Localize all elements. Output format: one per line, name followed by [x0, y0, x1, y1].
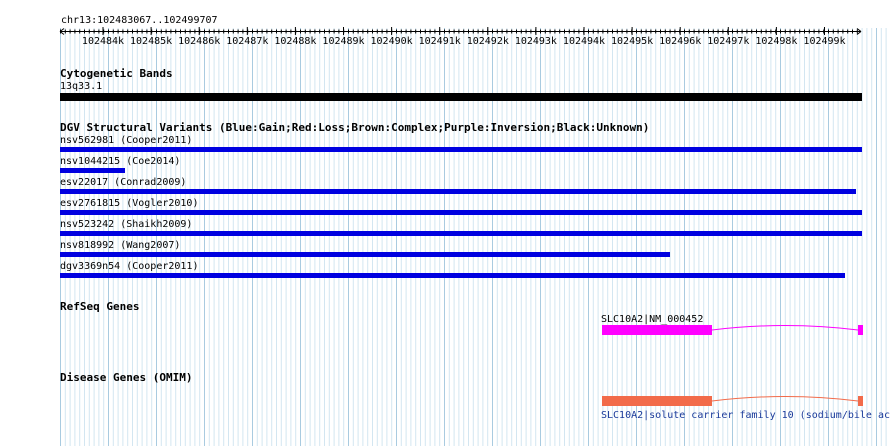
ruler-tick-label: 102491k	[419, 36, 461, 47]
dgv-variant-bar[interactable]	[60, 210, 862, 215]
ruler-tick-label: 102493k	[515, 36, 557, 47]
dgv-track-title: DGV Structural Variants (Blue:Gain;Red:L…	[60, 121, 650, 134]
dgv-variant-bar[interactable]	[60, 168, 125, 173]
omim-track-title: Disease Genes (OMIM)	[60, 371, 193, 384]
omim-gene-label: SLC10A2|solute carrier family 10 (sodium…	[601, 410, 890, 421]
ruler-tick-label: 102494k	[563, 36, 605, 47]
ruler-tick-label: 102496k	[659, 36, 701, 47]
dgv-variant-bar[interactable]	[60, 273, 845, 278]
dgv-variant-label: nsv1044215 (Coe2014)	[60, 156, 181, 167]
ruler-tick-label: 102488k	[274, 36, 316, 47]
ruler-tick-label: 102498k	[755, 36, 797, 47]
refseq-gene-model[interactable]	[600, 322, 865, 338]
omim-intron-line	[711, 396, 859, 402]
dgv-variant-bar[interactable]	[60, 252, 670, 257]
coordinate-ruler[interactable]: 102484k 102485k 102486k 102487k 102488k 10248…	[0, 0, 890, 60]
dgv-variant-bar[interactable]	[60, 231, 862, 236]
ruler-tick-label: 102487k	[226, 36, 268, 47]
refseq-exon[interactable]	[858, 325, 863, 335]
refseq-track-title: RefSeq Genes	[60, 300, 140, 313]
dgv-variant-label: esv2761815 (Vogler2010)	[60, 198, 199, 209]
ruler-tick-label: 102486k	[178, 36, 220, 47]
refseq-exon[interactable]	[602, 325, 712, 335]
dgv-variant-label: nsv523242 (Shaikh2009)	[60, 219, 193, 230]
dgv-variant-label: esv22017 (Conrad2009)	[60, 177, 187, 188]
refseq-intron-line	[711, 325, 859, 331]
dgv-variant-bar[interactable]	[60, 189, 856, 194]
ruler-tick-label: 102484k	[82, 36, 124, 47]
ruler-tick-label: 102492k	[467, 36, 509, 47]
dgv-variant-label: dgv3369n54 (Cooper2011)	[60, 261, 199, 272]
cytoband-bar[interactable]	[60, 93, 862, 101]
dgv-variant-bar[interactable]	[60, 147, 862, 152]
cytoband-label: 13q33.1	[60, 81, 103, 92]
omim-gene-model[interactable]	[600, 393, 865, 409]
omim-exon[interactable]	[858, 396, 863, 406]
ruler-tick-label: 102489k	[322, 36, 364, 47]
ruler-tick-label: 102499k	[803, 36, 845, 47]
ruler-tick-label: 102495k	[611, 36, 653, 47]
ruler-tick-label: 102485k	[130, 36, 172, 47]
ruler-tick-label: 102497k	[707, 36, 749, 47]
omim-exon[interactable]	[602, 396, 712, 406]
ruler-tick-label: 102490k	[371, 36, 413, 47]
dgv-variant-label: nsv818992 (Wang2007)	[60, 240, 181, 251]
cytoband-track-title: Cytogenetic Bands	[60, 67, 173, 80]
dgv-variant-label: nsv562981 (Cooper2011)	[60, 135, 193, 146]
